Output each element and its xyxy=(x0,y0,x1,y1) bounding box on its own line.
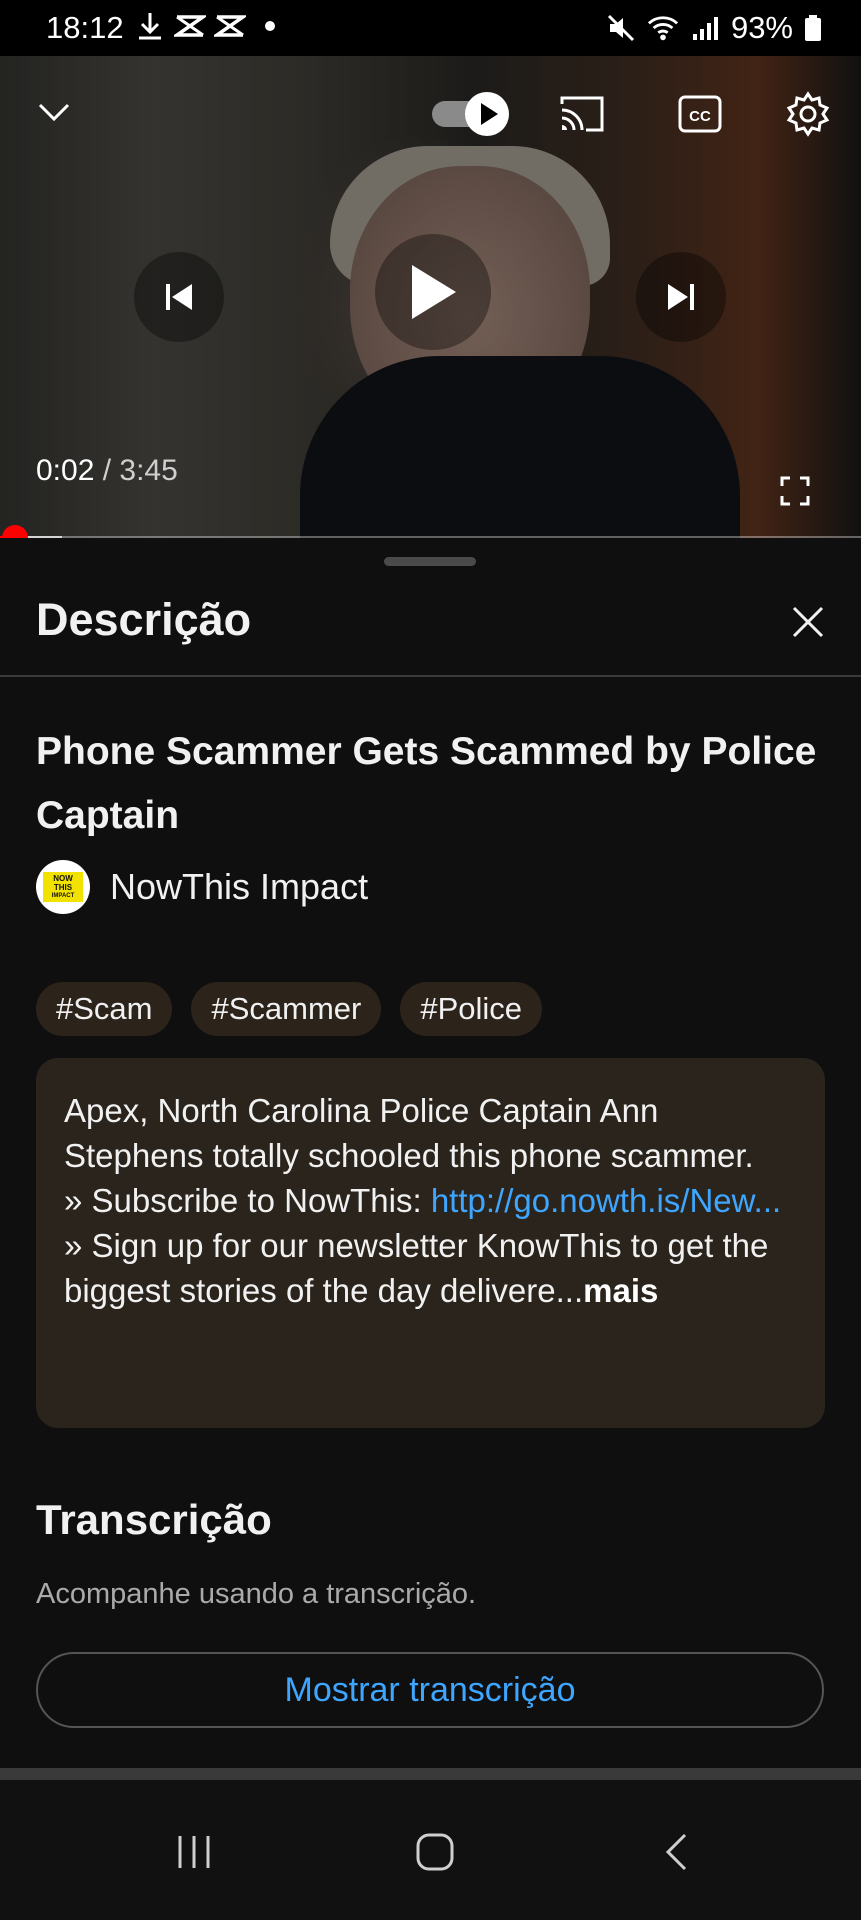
autoplay-toggle[interactable] xyxy=(428,86,512,142)
battery-icon xyxy=(803,12,823,44)
autoplay-icon xyxy=(432,92,509,136)
hashtag-chip[interactable]: #Scam xyxy=(36,982,173,1036)
transcript-title: Transcrição xyxy=(36,1496,272,1543)
system-nav-bar xyxy=(0,1780,861,1920)
wifi-icon xyxy=(647,12,679,44)
subscribe-prefix: » Subscribe to NowThis: xyxy=(64,1182,431,1219)
recent-apps-icon xyxy=(178,1836,210,1868)
logo-text-1: NOW xyxy=(53,873,73,883)
minimize-button[interactable] xyxy=(26,86,82,138)
skip-previous-icon xyxy=(166,284,192,310)
captions-button[interactable]: CC xyxy=(672,86,728,142)
fullscreen-button[interactable] xyxy=(770,466,820,516)
channel-logo: NOW THIS IMPACT xyxy=(43,872,83,902)
video-title: Phone Scammer Gets Scammed by Police Cap… xyxy=(36,730,817,837)
description-text: Apex, North Carolina Police Captain Ann … xyxy=(64,1088,804,1313)
home-button[interactable] xyxy=(395,1822,475,1882)
channel-name[interactable]: NowThis Impact xyxy=(110,866,368,908)
download-icon xyxy=(134,10,166,42)
divider xyxy=(0,675,861,677)
progress-track[interactable] xyxy=(0,536,861,538)
status-left-icons xyxy=(134,10,286,42)
close-icon xyxy=(792,606,824,638)
show-transcript-button[interactable]: Mostrar transcrição xyxy=(36,1652,824,1728)
chevron-down-icon xyxy=(38,103,70,122)
video-player[interactable]: CC 0:02 / 3:45 xyxy=(0,56,861,538)
back-icon xyxy=(665,1833,687,1871)
newsletter-text: » Sign up for our newsletter KnowThis to… xyxy=(64,1227,769,1309)
play-icon xyxy=(412,265,456,319)
status-right-icons: 93% xyxy=(605,10,823,46)
hashtag-chip[interactable]: #Scammer xyxy=(191,982,382,1036)
time-separator: / xyxy=(94,454,120,487)
previous-button[interactable] xyxy=(134,252,224,342)
time-display: 0:02 / 3:45 xyxy=(36,454,178,488)
cast-icon xyxy=(560,96,604,132)
notification-dot-icon xyxy=(254,10,286,42)
sheet-drag-handle[interactable] xyxy=(384,557,476,566)
description-line: Apex, North Carolina Police Captain Ann … xyxy=(64,1092,754,1174)
description-box[interactable]: Apex, North Carolina Police Captain Ann … xyxy=(36,1058,825,1428)
subscribe-link[interactable]: http://go.nowth.is/New... xyxy=(431,1182,781,1219)
fullscreen-icon xyxy=(780,476,810,506)
bottom-divider xyxy=(0,1768,861,1780)
home-icon xyxy=(416,1833,454,1871)
cast-button[interactable] xyxy=(552,86,612,142)
more-link[interactable]: mais xyxy=(583,1272,658,1309)
transcript-subtitle: Acompanhe usando a transcrição. xyxy=(36,1578,477,1610)
status-bar: 18:12 93% xyxy=(0,0,861,56)
svg-text:CC: CC xyxy=(689,108,711,125)
next-button[interactable] xyxy=(636,252,726,342)
gear-icon xyxy=(786,91,830,137)
recent-apps-button[interactable] xyxy=(154,1822,234,1882)
logo-text-2: THIS xyxy=(53,882,73,892)
current-time: 0:02 xyxy=(36,454,95,487)
close-button[interactable] xyxy=(782,596,834,648)
back-button[interactable] xyxy=(636,1822,716,1882)
signal-icon xyxy=(689,12,721,44)
settings-button[interactable] xyxy=(780,86,836,142)
capcut-icon-2 xyxy=(214,10,246,42)
capcut-icon xyxy=(174,10,206,42)
skip-next-icon xyxy=(668,284,694,310)
battery-percent: 93% xyxy=(730,10,793,45)
hashtag-list: #Scam #Scammer #Police xyxy=(36,982,543,1036)
avatar[interactable]: NOW THIS IMPACT xyxy=(36,860,90,914)
captions-icon: CC xyxy=(678,95,722,133)
logo-text-3: IMPACT xyxy=(51,892,75,899)
sheet-title: Descrição xyxy=(36,594,252,645)
status-time: 18:12 xyxy=(46,10,124,45)
hashtag-chip[interactable]: #Police xyxy=(400,982,543,1036)
duration: 3:45 xyxy=(119,454,178,487)
channel-row[interactable]: NOW THIS IMPACT NowThis Impact xyxy=(36,860,368,914)
mute-icon xyxy=(605,12,637,44)
play-button[interactable] xyxy=(375,234,491,350)
